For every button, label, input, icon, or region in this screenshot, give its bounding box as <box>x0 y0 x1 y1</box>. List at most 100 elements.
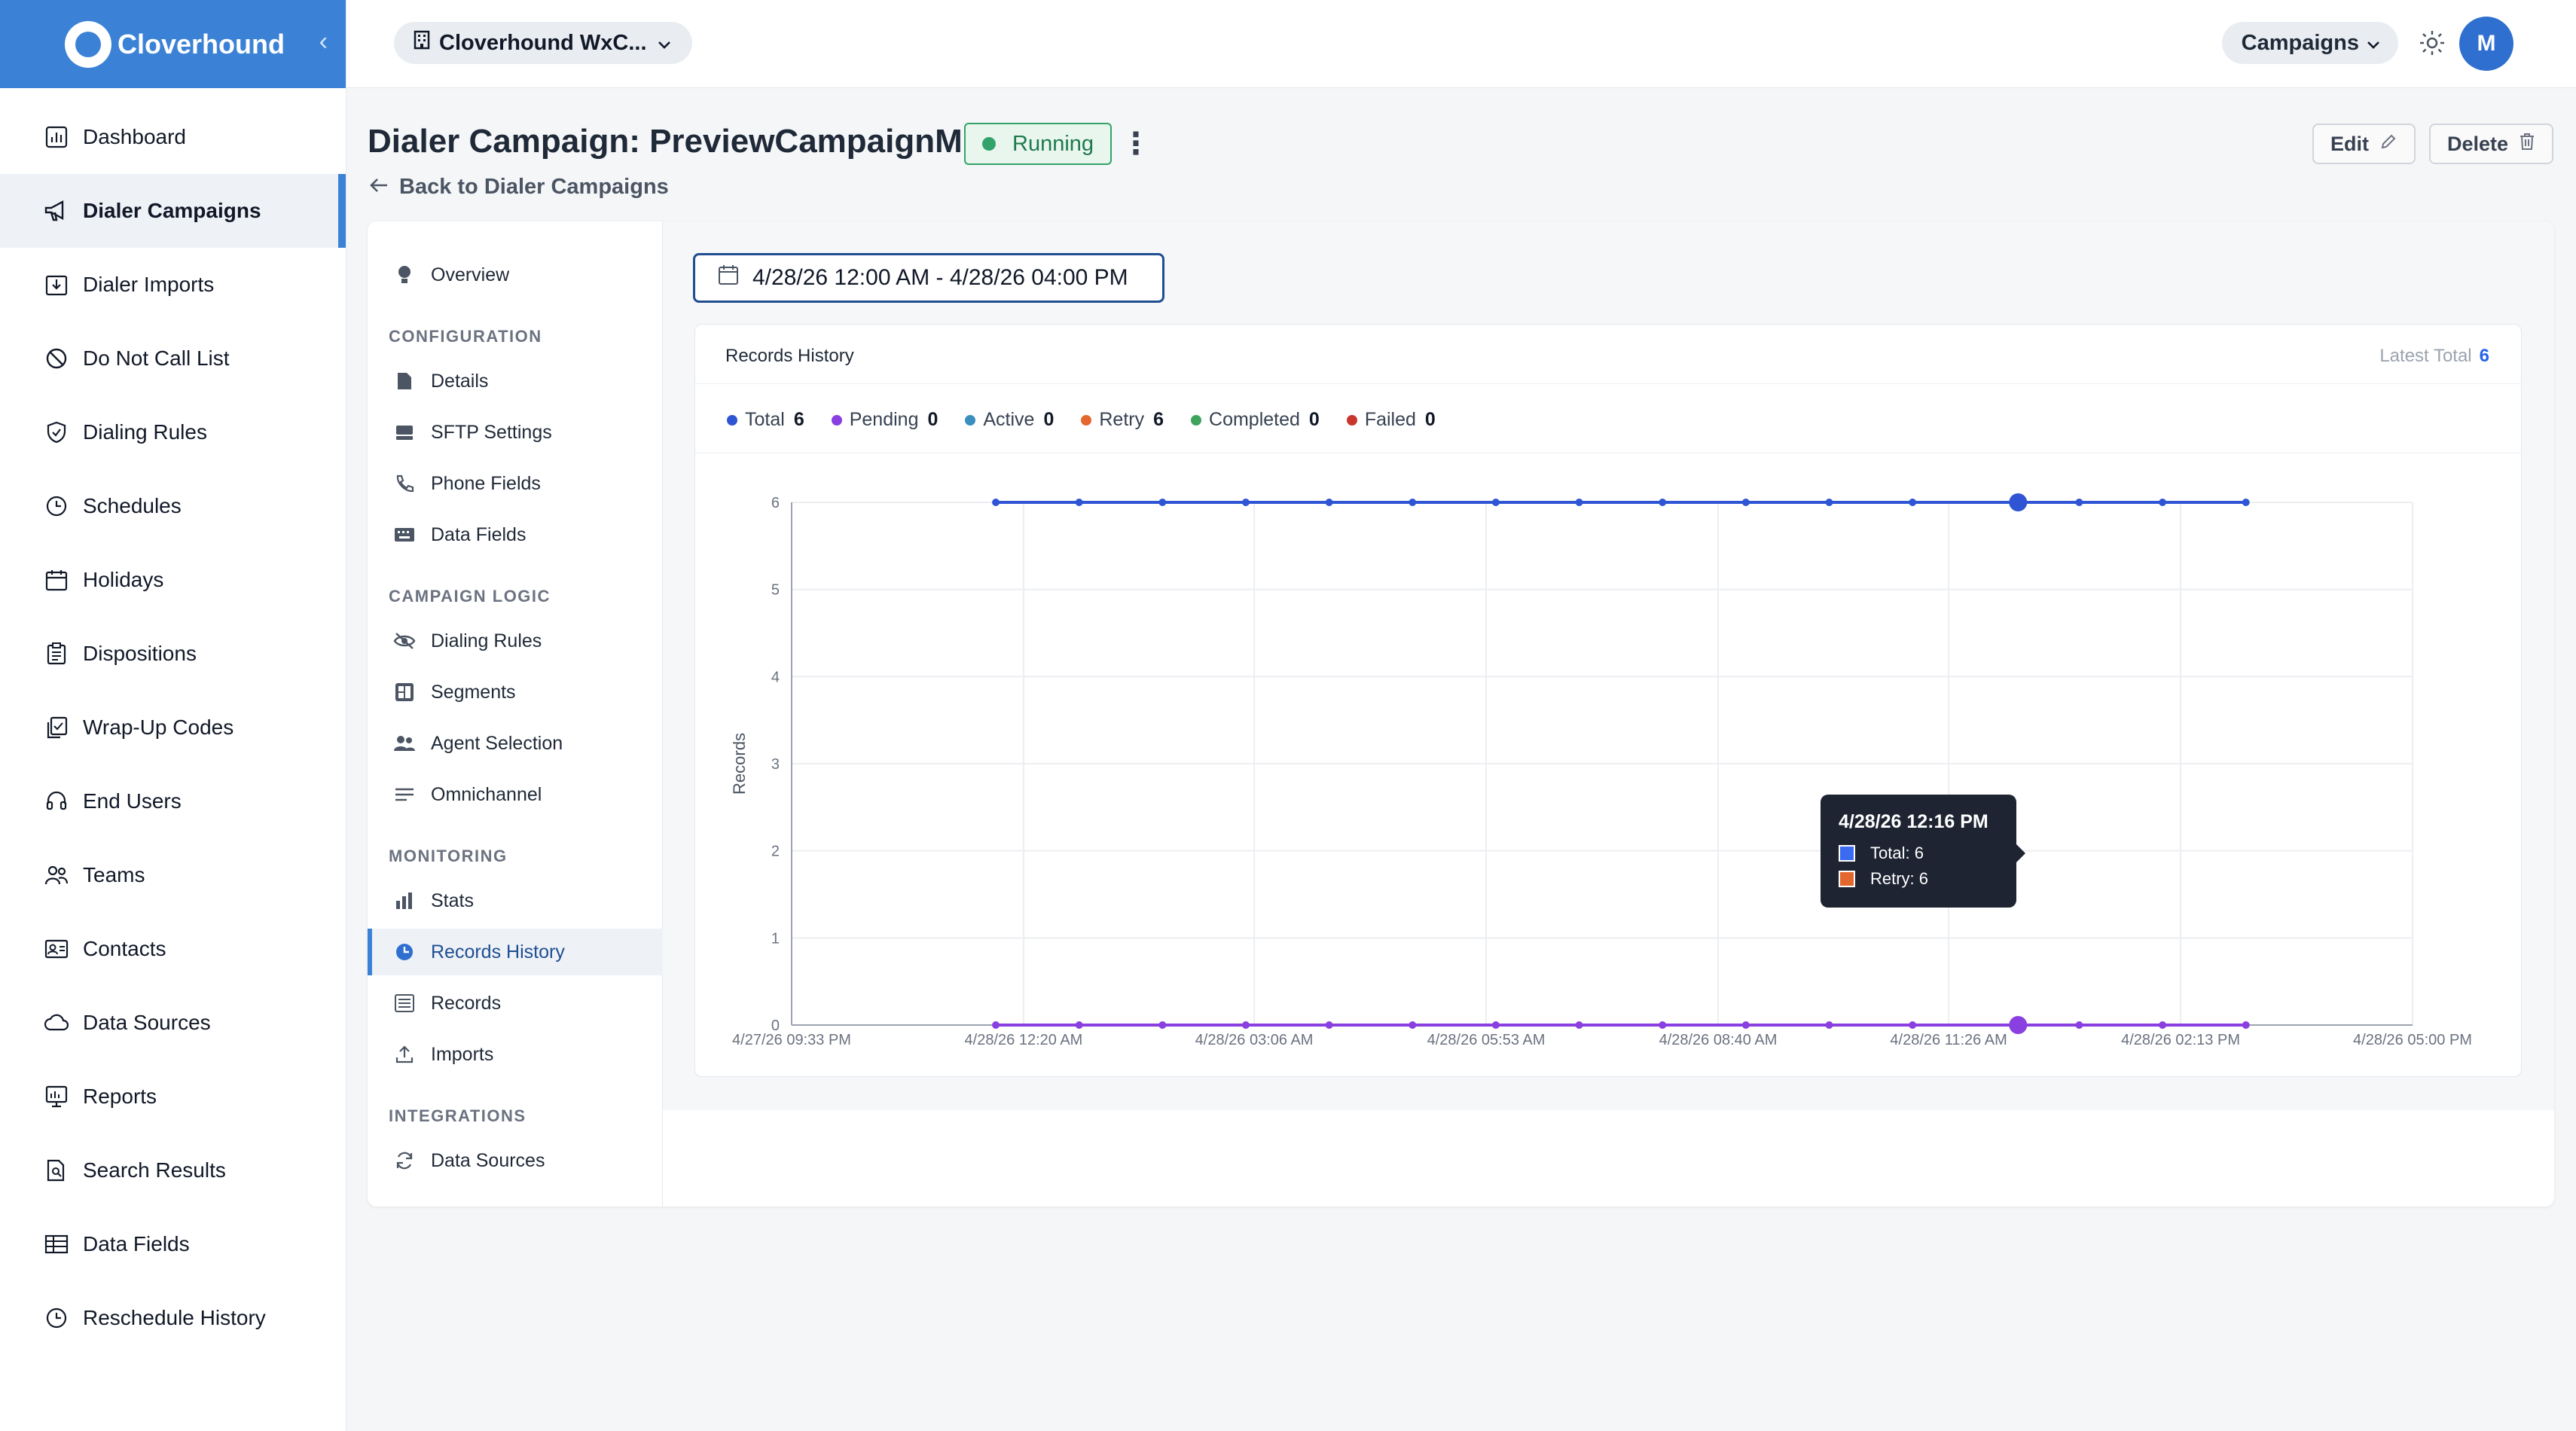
subnav-omnichannel[interactable]: Omnichannel <box>368 771 663 818</box>
delete-button[interactable]: Delete <box>2429 124 2554 164</box>
sidebar-item-reports[interactable]: Reports <box>0 1060 346 1134</box>
back-to-campaigns-link[interactable]: Back to Dialer Campaigns <box>369 175 669 200</box>
subnav-records[interactable]: Records <box>368 980 663 1027</box>
section-heading-configuration: CONFIGURATION <box>389 327 542 346</box>
collapse-sidebar-icon[interactable]: ‹ <box>319 27 328 56</box>
clock-icon <box>393 941 416 963</box>
tooltip-row: Retry: 6 <box>1839 869 1998 889</box>
y-tick-label: 5 <box>771 582 780 599</box>
subnav-imports[interactable]: Imports <box>368 1031 663 1078</box>
subnav-records-label: Records <box>431 992 502 1014</box>
team-icon <box>42 861 71 889</box>
sidebar-item-dialer-imports[interactable]: Dialer Imports <box>0 248 346 322</box>
x-tick-label: 4/27/26 09:33 PM <box>732 1032 851 1048</box>
data-point-total <box>1491 499 1500 506</box>
sun-icon[interactable] <box>2418 29 2446 57</box>
lines-icon <box>393 783 416 806</box>
sidebar-item-dispositions[interactable]: Dispositions <box>0 617 346 691</box>
section-heading-campaign-logic: CAMPAIGN LOGIC <box>389 587 551 606</box>
date-range-picker[interactable]: 4/28/26 12:00 AM - 4/28/26 04:00 PM <box>693 253 1164 303</box>
organization-selector[interactable]: Cloverhound WxC... <box>394 22 692 64</box>
clipboard-icon <box>42 639 71 668</box>
sidebar-item-search-results[interactable]: Search Results <box>0 1134 346 1207</box>
y-tick-label: 2 <box>771 844 780 860</box>
eye-slash-icon <box>393 630 416 652</box>
data-point-pending <box>2009 1016 2028 1034</box>
sidebar-item-label: Dialer Campaigns <box>83 199 261 222</box>
tooltip-swatch-total <box>1839 845 1855 862</box>
records-history-chart-card: Records History Latest Total 6 Total 6 Pend… <box>694 324 2522 1077</box>
sidebar-item-contacts[interactable]: Contacts <box>0 912 346 986</box>
cloverhound-logo <box>65 20 111 68</box>
y-axis-title: Records <box>730 733 749 795</box>
tooltip-row-label: Total: 6 <box>1870 844 1924 862</box>
x-tick-label: 4/28/26 02:13 PM <box>2121 1032 2240 1048</box>
keyboard-icon <box>393 523 416 546</box>
subnav-data-sources[interactable]: Data Sources <box>368 1137 663 1184</box>
sidebar-item-schedules[interactable]: Schedules <box>0 469 346 543</box>
subnav-data-sources-label: Data Sources <box>431 1149 545 1171</box>
sidebar-item-dialing-rules[interactable]: Dialing Rules <box>0 395 346 469</box>
subnav-phone-fields-label: Phone Fields <box>431 472 541 494</box>
subnav-overview-label: Overview <box>431 264 510 285</box>
building-icon <box>414 30 430 56</box>
subnav-details[interactable]: Details <box>368 358 663 404</box>
subnav-overview[interactable]: Overview <box>368 252 663 298</box>
user-avatar[interactable]: M <box>2459 17 2513 71</box>
sidebar-item-data-fields[interactable]: Data Fields <box>0 1207 346 1281</box>
subnav-segments[interactable]: Segments <box>368 669 663 716</box>
campaigns-menu[interactable]: Campaigns <box>2221 22 2398 64</box>
data-point-pending <box>2075 1021 2083 1029</box>
sidebar-item-data-sources[interactable]: Data Sources <box>0 986 346 1060</box>
users-icon <box>393 732 416 755</box>
dashboard-icon <box>42 123 71 151</box>
subnav-data-fields[interactable]: Data Fields <box>368 511 663 558</box>
clock-icon <box>42 492 71 520</box>
table-icon <box>42 1230 71 1259</box>
refresh-icon <box>393 1149 416 1172</box>
data-point-total <box>1075 499 1083 506</box>
x-tick-label: 4/28/26 11:26 AM <box>1890 1032 2007 1048</box>
sidebar-item-label: Wrap-Up Codes <box>83 716 234 739</box>
subnav-dialing-rules[interactable]: Dialing Rules <box>368 618 663 664</box>
sidebar-item-wrap-up-codes[interactable]: Wrap-Up Codes <box>0 691 346 764</box>
organization-label: Cloverhound WxC... <box>439 30 647 55</box>
data-point-total <box>2075 499 2083 506</box>
subnav-stats[interactable]: Stats <box>368 877 663 924</box>
sidebar-item-dialer-campaigns[interactable]: Dialer Campaigns <box>0 174 346 248</box>
subnav-phone-fields[interactable]: Phone Fields <box>368 460 663 507</box>
sidebar-item-dashboard[interactable]: Dashboard <box>0 100 346 174</box>
y-tick-label: 4 <box>771 669 780 685</box>
subnav-agent-selection[interactable]: Agent Selection <box>368 720 663 767</box>
sidebar-item-label: Contacts <box>83 937 166 960</box>
sidebar-item-label: Data Fields <box>83 1232 190 1256</box>
subnav-omnichannel-label: Omnichannel <box>431 783 542 805</box>
more-options-icon[interactable]: ⋮ <box>1121 127 1151 161</box>
sidebar-item-label: Dialer Imports <box>83 273 215 296</box>
brand-name: Cloverhound <box>118 28 285 59</box>
data-point-pending <box>1909 1021 1917 1029</box>
data-point-pending <box>1158 1021 1167 1029</box>
subnav-records-history[interactable]: Records History <box>368 929 663 975</box>
data-point-total <box>1909 499 1917 506</box>
data-point-total <box>1409 499 1417 506</box>
sidebar-item-label: Holidays <box>83 568 164 591</box>
subnav-sftp-settings[interactable]: SFTP Settings <box>368 409 663 456</box>
sidebar-item-teams[interactable]: Teams <box>0 838 346 912</box>
records-history-content: 4/28/26 12:00 AM - 4/28/26 04:00 PM Reco… <box>663 221 2554 1110</box>
data-point-pending <box>992 1021 1000 1029</box>
section-heading-integrations: INTEGRATIONS <box>389 1106 526 1125</box>
data-point-total <box>2159 499 2167 506</box>
edit-button[interactable]: Edit <box>2312 124 2416 164</box>
sidebar-item-holidays[interactable]: Holidays <box>0 543 346 617</box>
brand-header: Cloverhound ‹ <box>0 0 346 88</box>
sidebar-item-end-users[interactable]: End Users <box>0 764 346 838</box>
sidebar-item-do-not-call-list[interactable]: Do Not Call List <box>0 322 346 395</box>
sidebar-item-reschedule-history[interactable]: Reschedule History <box>0 1281 346 1355</box>
trash-icon <box>2519 133 2535 156</box>
subnav-imports-label: Imports <box>431 1043 494 1065</box>
campaign-card: Overview CONFIGURATION Details SFTP Sett… <box>368 221 2554 1207</box>
back-link-label: Back to Dialer Campaigns <box>399 175 669 199</box>
sidebar-item-label: End Users <box>83 789 182 813</box>
status-badge: Running <box>964 123 1113 165</box>
